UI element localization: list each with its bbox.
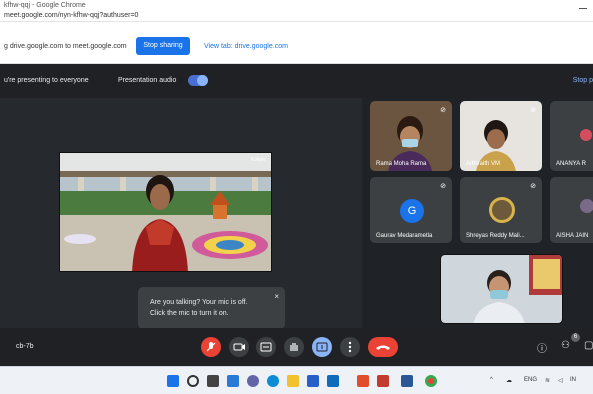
avatar: G [400, 199, 424, 223]
end-call-button[interactable] [368, 337, 398, 357]
mic-muted-icon: ⊘ [530, 107, 536, 114]
participant-tile[interactable]: ⊘ G Gaurav Medarametla [370, 177, 452, 243]
file-explorer-icon[interactable] [287, 375, 299, 387]
present-icon [316, 342, 328, 352]
people-icon[interactable]: ⚇ [561, 340, 570, 351]
store-icon[interactable] [307, 375, 319, 387]
volume-icon[interactable]: ◁ [558, 377, 563, 384]
language-indicator[interactable]: ENG [524, 377, 537, 383]
participant-tile[interactable]: ⊘ Rama Moha Rama [370, 101, 452, 171]
camera-icon [233, 343, 245, 351]
more-options-button[interactable] [340, 337, 360, 357]
browser-titlebar: kfhw-qqj - Google Chrome meet.google.com… [0, 0, 593, 22]
office-icon[interactable] [357, 375, 369, 387]
participant-tile[interactable]: ⊘ Adhvaith VM [460, 101, 542, 171]
self-view-tile[interactable] [440, 254, 563, 324]
wifi-icon[interactable]: ≋ [545, 377, 550, 384]
mic-muted-icon: ⊘ [440, 107, 446, 114]
mic-muted-icon: ⊘ [440, 183, 446, 190]
stop-sharing-button[interactable]: Stop sharing [136, 37, 190, 55]
participant-tile[interactable]: ANANYA R [550, 101, 593, 171]
raise-hand-button[interactable] [284, 337, 304, 357]
word-icon[interactable] [401, 375, 413, 387]
present-button[interactable] [312, 337, 332, 357]
sharing-message: g drive.google.com to meet.google.com [4, 43, 127, 50]
camera-button[interactable] [229, 337, 249, 357]
chrome-icon[interactable] [425, 375, 437, 387]
more-vert-icon [348, 341, 352, 353]
avatar [580, 129, 592, 141]
tray-indicator[interactable]: IN [570, 377, 576, 383]
mic-muted-icon: ⊘ [530, 183, 536, 190]
edge-icon[interactable] [267, 375, 279, 387]
start-icon[interactable] [167, 375, 179, 387]
captions-icon [260, 342, 272, 352]
sharing-bar: g drive.google.com to meet.google.com St… [0, 22, 593, 64]
chat-icon[interactable]: ▢ [584, 340, 593, 351]
avatar [580, 199, 593, 213]
participant-name: ANANYA R [556, 161, 586, 167]
view-tab-link[interactable]: View tab: drive.google.com [204, 43, 288, 50]
minimize-icon[interactable] [579, 8, 587, 9]
hand-icon [290, 343, 298, 351]
participant-tile[interactable]: ⊘ Shreyas Reddy Mali... [460, 177, 542, 243]
participant-name: Adhvaith VM [466, 161, 501, 167]
tooltip-line-1: Are you talking? Your mic is off. [150, 299, 248, 306]
close-icon[interactable]: × [274, 292, 279, 301]
window-title: kfhw-qqj - Google Chrome [4, 2, 86, 9]
mic-off-tooltip: Are you talking? Your mic is off. Click … [138, 287, 285, 329]
captions-button[interactable] [256, 337, 276, 357]
chevron-up-icon[interactable]: ^ [490, 377, 493, 383]
presenting-status: u're presenting to everyone [4, 77, 89, 84]
screen: kfhw-qqj - Google Chrome meet.google.com… [0, 0, 593, 394]
stop-presenting-link[interactable]: Stop p [573, 77, 593, 84]
mic-off-icon [206, 342, 216, 352]
info-icon[interactable]: ⓘ [537, 340, 547, 355]
onedrive-icon[interactable]: ☁ [506, 377, 512, 384]
participant-name: AISHA JAIN [556, 233, 589, 239]
participant-name: Gaurav Medarametla [376, 233, 433, 239]
mail-icon[interactable] [327, 375, 339, 387]
presented-video: Kolam [59, 152, 272, 272]
powerpoint-icon[interactable] [377, 375, 389, 387]
task-view-icon[interactable] [207, 375, 219, 387]
presentation-audio-label: Presentation audio [118, 77, 177, 84]
participant-name: Rama Moha Rama [376, 161, 427, 167]
mic-off-button[interactable] [201, 337, 221, 357]
search-icon[interactable] [187, 375, 199, 387]
meeting-controls: cb-7b ⓘ ⚇ 6 ▢ [0, 328, 593, 366]
windows-taskbar: ^ ☁ ENG ≋ ◁ IN [0, 366, 593, 394]
self-video [441, 255, 562, 323]
avatar [489, 197, 515, 223]
slide-caption: Kolam [250, 157, 265, 163]
participant-name: Shreyas Reddy Mali... [466, 233, 525, 239]
teams-icon[interactable] [247, 375, 259, 387]
presentation-audio-toggle[interactable] [188, 75, 208, 86]
tooltip-line-2: Click the mic to turn it on. [150, 310, 229, 317]
address-bar[interactable]: meet.google.com/nyn-kfhw-qqj?authuser=0 [4, 12, 138, 19]
kolam-scene [60, 153, 271, 271]
participants-count-badge: 6 [571, 333, 580, 342]
meeting-code: cb-7b [16, 343, 34, 350]
presenting-header: u're presenting to everyone Presentation… [0, 64, 593, 98]
phone-hangup-icon [376, 345, 390, 350]
participant-tile[interactable]: AISHA JAIN [550, 177, 593, 243]
widgets-icon[interactable] [227, 375, 239, 387]
toggle-knob [197, 75, 208, 86]
